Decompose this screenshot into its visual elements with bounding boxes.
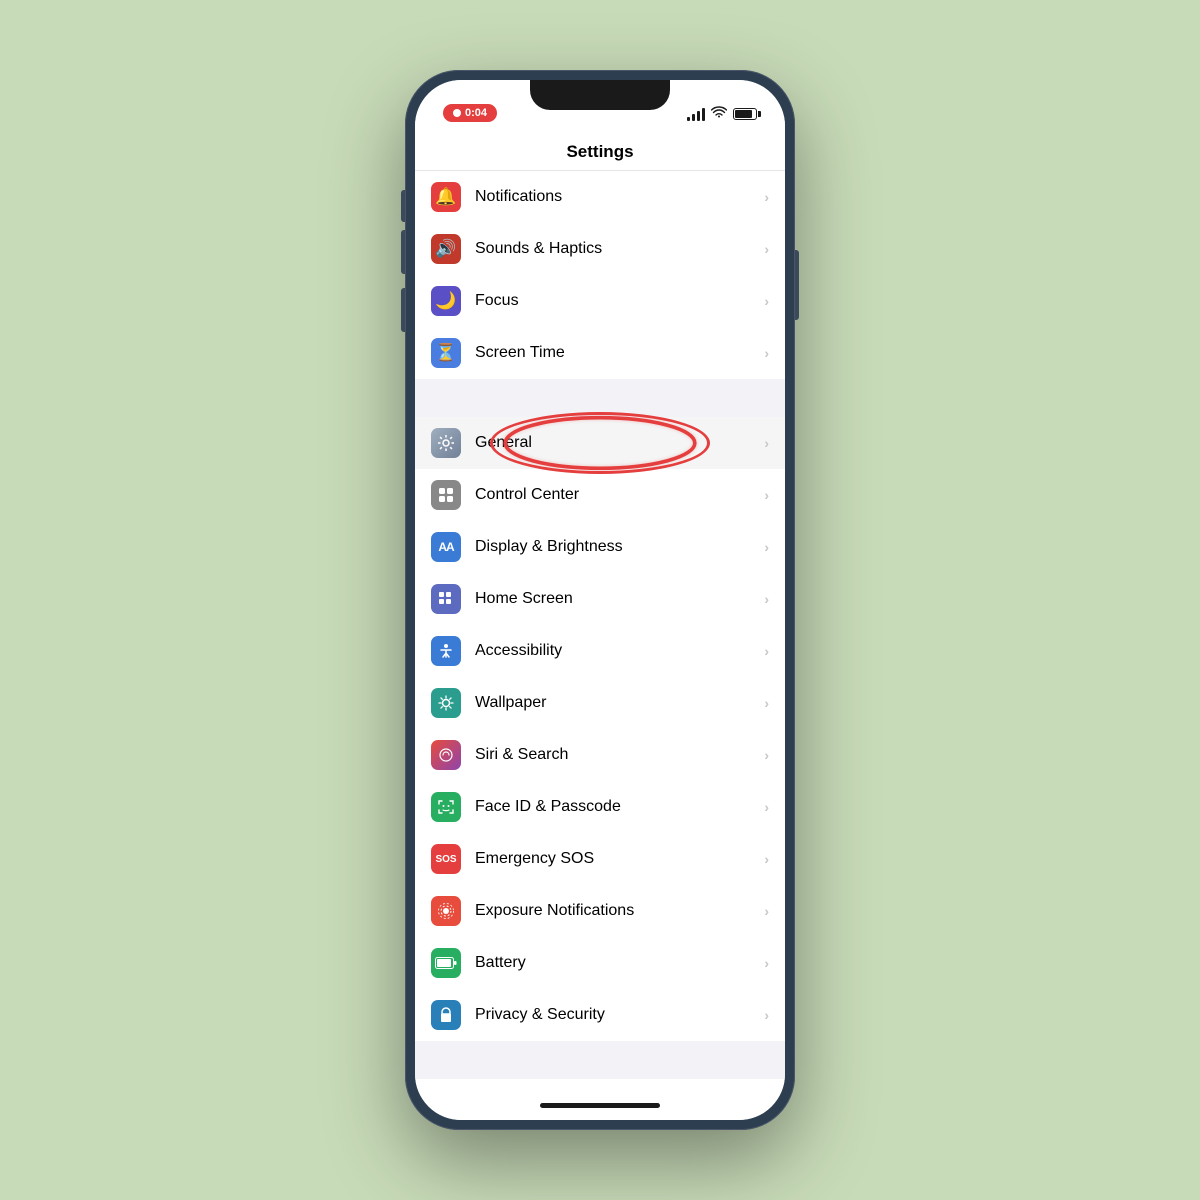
screen-time-label: Screen Time — [475, 344, 764, 362]
section-divider-2 — [415, 1043, 785, 1079]
page-title: Settings — [435, 142, 765, 162]
wallpaper-label: Wallpaper — [475, 694, 764, 712]
list-item[interactable]: Privacy & Security › — [415, 989, 785, 1041]
general-icon — [431, 428, 461, 458]
control-center-icon — [431, 480, 461, 510]
list-item[interactable]: AA Display & Brightness › — [415, 521, 785, 573]
list-item[interactable]: Face ID & Passcode › — [415, 781, 785, 833]
list-item[interactable]: Siri & Search › — [415, 729, 785, 781]
privacy-label: Privacy & Security — [475, 1006, 764, 1024]
faceid-label: Face ID & Passcode — [475, 798, 764, 816]
phone-frame: 0:04 — [405, 70, 795, 1130]
list-item[interactable]: Control Center › — [415, 469, 785, 521]
exposure-icon — [431, 896, 461, 926]
sounds-label: Sounds & Haptics — [475, 240, 764, 258]
list-item[interactable]: App Store › — [415, 1079, 785, 1090]
accessibility-label: Accessibility — [475, 642, 764, 660]
sos-label: Emergency SOS — [475, 850, 764, 868]
list-item[interactable]: 🔊 Sounds & Haptics › — [415, 223, 785, 275]
list-item[interactable]: 🔔 Notifications › — [415, 171, 785, 223]
section-general: General › — [415, 417, 785, 1041]
chevron-icon: › — [764, 643, 769, 659]
wallpaper-icon — [431, 688, 461, 718]
chevron-icon: › — [764, 189, 769, 205]
wifi-icon — [711, 106, 727, 122]
notifications-label: Notifications — [475, 188, 764, 206]
section-divider — [415, 381, 785, 417]
focus-label: Focus — [475, 292, 764, 310]
general-label: General — [475, 434, 764, 452]
list-item[interactable]: 🌙 Focus › — [415, 275, 785, 327]
exposure-label: Exposure Notifications — [475, 902, 764, 920]
volume-up-button[interactable] — [401, 230, 405, 274]
chevron-icon: › — [764, 539, 769, 555]
silent-button[interactable] — [401, 190, 405, 222]
status-icons — [687, 106, 757, 122]
list-item[interactable]: Exposure Notifications › — [415, 885, 785, 937]
screen-time-icon: ⏳ — [431, 338, 461, 368]
control-center-label: Control Center — [475, 486, 764, 504]
list-item[interactable]: Battery › — [415, 937, 785, 989]
display-label: Display & Brightness — [475, 538, 764, 556]
sounds-icon: 🔊 — [431, 234, 461, 264]
signal-icon — [687, 107, 705, 121]
home-indicator — [415, 1090, 785, 1120]
phone-screen: 0:04 — [415, 80, 785, 1120]
accessibility-icon — [431, 636, 461, 666]
chevron-icon: › — [764, 487, 769, 503]
home-bar — [540, 1103, 660, 1108]
settings-list[interactable]: 🔔 Notifications › 🔊 Sounds & Haptics › 🌙 — [415, 171, 785, 1090]
navigation-bar: Settings — [415, 130, 785, 171]
chevron-icon: › — [764, 591, 769, 607]
chevron-icon: › — [764, 747, 769, 763]
chevron-icon: › — [764, 695, 769, 711]
notch — [530, 80, 670, 110]
display-icon: AA — [431, 532, 461, 562]
section-notifications: 🔔 Notifications › 🔊 Sounds & Haptics › 🌙 — [415, 171, 785, 379]
chevron-icon: › — [764, 799, 769, 815]
chevron-icon: › — [764, 903, 769, 919]
chevron-icon: › — [764, 293, 769, 309]
home-screen-icon — [431, 584, 461, 614]
focus-icon: 🌙 — [431, 286, 461, 316]
siri-label: Siri & Search — [475, 746, 764, 764]
record-time: 0:04 — [465, 107, 487, 119]
faceid-icon — [431, 792, 461, 822]
battery-label: Battery — [475, 954, 764, 972]
battery-icon-setting — [431, 948, 461, 978]
chevron-icon: › — [764, 851, 769, 867]
general-item[interactable]: General › — [415, 417, 785, 469]
general-wrapper: General › — [415, 417, 785, 469]
privacy-icon — [431, 1000, 461, 1030]
siri-icon — [431, 740, 461, 770]
chevron-icon: › — [764, 435, 769, 451]
home-screen-label: Home Screen — [475, 590, 764, 608]
notifications-icon: 🔔 — [431, 182, 461, 212]
list-item[interactable]: Wallpaper › — [415, 677, 785, 729]
list-item[interactable]: ⏳ Screen Time › — [415, 327, 785, 379]
chevron-icon: › — [764, 1007, 769, 1023]
record-indicator: 0:04 — [443, 104, 497, 122]
list-item[interactable]: SOS Emergency SOS › — [415, 833, 785, 885]
chevron-icon: › — [764, 241, 769, 257]
status-bar: 0:04 — [415, 80, 785, 130]
record-dot — [453, 109, 461, 117]
chevron-icon: › — [764, 345, 769, 361]
section-appstore: App Store › — [415, 1079, 785, 1090]
sos-icon: SOS — [431, 844, 461, 874]
list-item[interactable]: Home Screen › — [415, 573, 785, 625]
battery-icon — [733, 108, 757, 120]
list-item[interactable]: Accessibility › — [415, 625, 785, 677]
volume-down-button[interactable] — [401, 288, 405, 332]
chevron-icon: › — [764, 955, 769, 971]
